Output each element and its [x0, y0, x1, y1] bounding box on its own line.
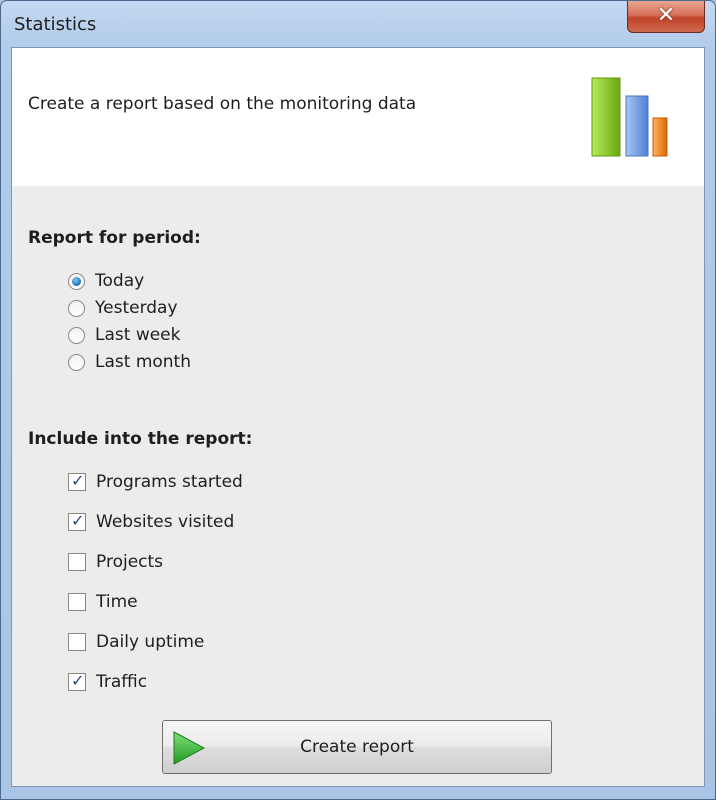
checkbox-projects-label: Projects: [96, 552, 164, 572]
radio-last-month-button[interactable]: [68, 353, 85, 371]
checkbox-programs-started[interactable]: ✓ Programs started: [68, 470, 243, 494]
checkbox-time[interactable]: Time: [68, 590, 138, 614]
checkbox-projects-box[interactable]: [68, 553, 86, 571]
checkbox-traffic-box[interactable]: ✓: [68, 671, 86, 691]
radio-last-week-button[interactable]: [68, 326, 85, 344]
checkbox-time-box[interactable]: [68, 593, 86, 611]
radio-yesterday-label: Yesterday: [95, 298, 178, 318]
checkmark-icon: ✓: [71, 511, 85, 530]
checkbox-daily-uptime-box[interactable]: [68, 633, 86, 651]
radio-today-button[interactable]: [68, 272, 85, 290]
include-section-label: Include into the report:: [28, 429, 253, 449]
checkmark-icon: ✓: [71, 471, 85, 490]
radio-yesterday-button[interactable]: [68, 299, 85, 317]
radio-last-week-label: Last week: [95, 325, 181, 345]
checkmark-icon: ✓: [71, 671, 85, 690]
close-icon: ✕: [656, 3, 676, 28]
dialog-content: Create a report based on the monitoring …: [11, 47, 705, 787]
checkbox-projects[interactable]: Projects: [68, 550, 163, 574]
create-report-button[interactable]: Create report: [162, 720, 552, 774]
checkbox-traffic[interactable]: ✓ Traffic: [68, 670, 147, 694]
header-description: Create a report based on the monitoring …: [28, 94, 417, 114]
checkbox-traffic-label: Traffic: [96, 672, 148, 692]
checkbox-websites-visited-label: Websites visited: [96, 512, 235, 532]
radio-last-week[interactable]: Last week: [68, 323, 180, 347]
checkbox-programs-started-label: Programs started: [96, 472, 243, 492]
period-section-label: Report for period:: [28, 228, 201, 248]
checkbox-programs-started-box[interactable]: ✓: [68, 471, 86, 491]
radio-today-label: Today: [95, 271, 145, 291]
statistics-window: Statistics ✕ Create a report based on th…: [0, 0, 716, 800]
create-report-label: Create report: [300, 737, 414, 757]
title-bar[interactable]: Statistics ✕: [1, 1, 715, 47]
bar-chart-icon: [591, 77, 668, 157]
checkbox-daily-uptime-label: Daily uptime: [96, 632, 205, 652]
radio-last-month[interactable]: Last month: [68, 350, 191, 374]
window-title: Statistics: [14, 14, 97, 35]
header-panel: Create a report based on the monitoring …: [12, 48, 704, 186]
close-button[interactable]: ✕: [627, 1, 705, 33]
checkbox-daily-uptime[interactable]: Daily uptime: [68, 630, 204, 654]
checkbox-websites-visited[interactable]: ✓ Websites visited: [68, 510, 234, 534]
checkbox-websites-visited-box[interactable]: ✓: [68, 511, 86, 531]
radio-yesterday[interactable]: Yesterday: [68, 296, 178, 320]
checkbox-time-label: Time: [96, 592, 138, 612]
radio-last-month-label: Last month: [95, 352, 191, 372]
radio-today[interactable]: Today: [68, 269, 144, 293]
